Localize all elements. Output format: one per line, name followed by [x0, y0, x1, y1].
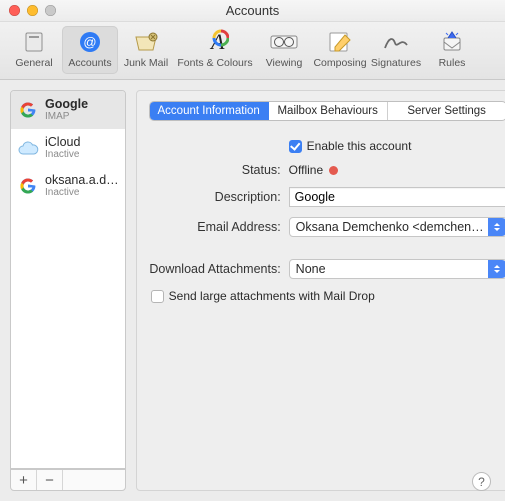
- account-name: oksana.a.d…: [45, 173, 119, 187]
- tab-mailbox-behaviours[interactable]: Mailbox Behaviours: [269, 102, 388, 120]
- account-row-google[interactable]: Google IMAP: [11, 91, 125, 129]
- status-value: Offline: [289, 163, 323, 177]
- toolbar-label: Rules: [439, 57, 466, 69]
- account-sub: Inactive: [45, 149, 80, 160]
- download-attachments-label: Download Attachments:: [149, 262, 289, 276]
- accounts-icon: @: [75, 29, 105, 55]
- account-sub: IMAP: [45, 111, 88, 122]
- description-input[interactable]: [289, 187, 505, 207]
- email-address-label: Email Address:: [149, 220, 289, 234]
- tab-account-information[interactable]: Account Information: [150, 102, 269, 120]
- rules-icon: [437, 29, 467, 55]
- account-name: iCloud: [45, 135, 80, 149]
- account-detail-panel: Account Information Mailbox Behaviours S…: [136, 90, 505, 491]
- toolbar-label: Junk Mail: [124, 57, 168, 69]
- email-address-value: Oksana Demchenko <demchen…: [296, 220, 484, 234]
- junk-mail-icon: [131, 29, 161, 55]
- toolbar-label: Accounts: [68, 57, 111, 69]
- accounts-list-footer: + −: [10, 469, 126, 491]
- account-name: Google: [45, 97, 88, 111]
- enable-account-label: Enable this account: [307, 139, 412, 153]
- toolbar-signatures[interactable]: Signatures: [368, 26, 424, 74]
- fonts-colours-icon: A: [200, 29, 230, 55]
- download-attachments-popup[interactable]: None: [289, 259, 505, 279]
- window-title: Accounts: [0, 3, 505, 18]
- toolbar-fonts-colours[interactable]: A Fonts & Colours: [174, 26, 256, 74]
- toolbar-label: General: [15, 57, 52, 69]
- google-icon: [17, 99, 39, 121]
- toolbar-composing[interactable]: Composing: [312, 26, 368, 74]
- viewing-icon: [269, 29, 299, 55]
- popup-stepper-icon: [488, 260, 505, 278]
- preferences-toolbar: General @ Accounts Junk Mail A Fonts & C…: [0, 22, 505, 80]
- icloud-icon: [17, 137, 39, 159]
- toolbar-junk-mail[interactable]: Junk Mail: [118, 26, 174, 74]
- help-button[interactable]: ?: [472, 472, 491, 491]
- remove-account-button[interactable]: −: [37, 470, 63, 490]
- account-sub: Inactive: [45, 187, 119, 198]
- download-attachments-value: None: [296, 262, 326, 276]
- description-label: Description:: [149, 190, 289, 204]
- toolbar-rules[interactable]: Rules: [424, 26, 480, 74]
- toolbar-viewing[interactable]: Viewing: [256, 26, 312, 74]
- detail-tabs: Account Information Mailbox Behaviours S…: [149, 101, 505, 121]
- general-icon: [19, 29, 49, 55]
- mail-drop-label: Send large attachments with Mail Drop: [169, 289, 375, 303]
- toolbar-label: Signatures: [371, 57, 421, 69]
- toolbar-label: Fonts & Colours: [177, 57, 252, 69]
- toolbar-general[interactable]: General: [6, 26, 62, 74]
- google-icon: [17, 175, 39, 197]
- toolbar-label: Viewing: [266, 57, 303, 69]
- enable-account-checkbox[interactable]: [289, 140, 302, 153]
- status-indicator-icon: [329, 166, 338, 175]
- toolbar-accounts[interactable]: @ Accounts: [62, 26, 118, 74]
- mail-drop-checkbox[interactable]: [151, 290, 164, 303]
- account-row-other[interactable]: oksana.a.d… Inactive: [11, 167, 125, 205]
- accounts-list[interactable]: Google IMAP iCloud Inactive: [10, 90, 126, 469]
- content-area: Google IMAP iCloud Inactive: [0, 80, 505, 501]
- tab-server-settings[interactable]: Server Settings: [388, 102, 505, 120]
- status-label: Status:: [149, 163, 289, 177]
- titlebar: Accounts: [0, 0, 505, 22]
- accounts-sidebar: Google IMAP iCloud Inactive: [10, 90, 126, 491]
- svg-text:@: @: [83, 35, 96, 50]
- add-account-button[interactable]: +: [11, 470, 37, 490]
- composing-icon: [325, 29, 355, 55]
- account-row-icloud[interactable]: iCloud Inactive: [11, 129, 125, 167]
- email-address-popup[interactable]: Oksana Demchenko <demchen…: [289, 217, 505, 237]
- toolbar-label: Composing: [313, 57, 366, 69]
- signatures-icon: [381, 29, 411, 55]
- popup-stepper-icon: [488, 218, 505, 236]
